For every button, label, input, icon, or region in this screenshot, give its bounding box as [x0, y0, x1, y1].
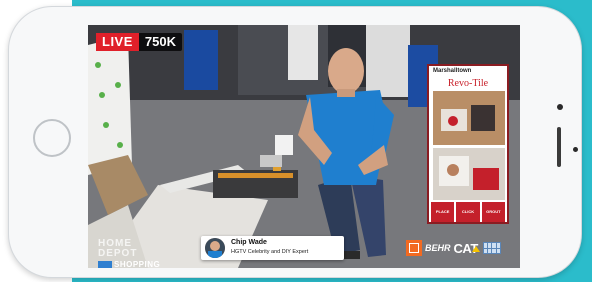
video-screen[interactable]: LIVE 750K Marshalltown Revo-Tile PLACE C…: [88, 25, 520, 268]
live-badge: LIVE 750K: [96, 33, 182, 51]
cat-logo-icon: CAT: [454, 241, 480, 256]
show-logo-mark: [98, 261, 112, 268]
sponsor-bar: BEHR CAT: [406, 239, 514, 257]
ad-brand-logo: Marshalltown: [433, 68, 472, 74]
product-ad-panel[interactable]: Marshalltown Revo-Tile PLACE CLICK GROUT: [427, 64, 509, 224]
viewer-count: 750K: [144, 34, 176, 49]
home-depot-logo-icon: [406, 240, 422, 256]
ad-step-grout: GROUT: [481, 202, 505, 222]
show-logo: HOME DEPOT SHOPPING: [98, 238, 170, 268]
avatar-icon: [205, 238, 225, 258]
ad-steps: PLACE CLICK GROUT: [431, 202, 505, 222]
home-button-icon[interactable]: [33, 119, 71, 157]
show-logo-line1: HOME DEPOT: [98, 238, 138, 259]
ad-step-place: PLACE: [431, 202, 455, 222]
proximity-sensor: [557, 104, 563, 110]
host-title: HGTV Celebrity and DIY Expert: [231, 249, 309, 255]
host-lower-third: Chip Wade HGTV Celebrity and DIY Expert: [201, 236, 344, 260]
ad-product-image-top: [433, 91, 505, 145]
ad-product-name: Revo-Tile: [447, 78, 489, 89]
behr-logo: BEHR: [425, 243, 451, 253]
show-logo-line2: SHOPPING: [114, 260, 161, 268]
live-label: LIVE: [96, 33, 139, 51]
ad-product-image-bottom: [433, 148, 505, 200]
earpiece-speaker: [557, 127, 561, 167]
ad-step-click: CLICK: [456, 202, 480, 222]
front-camera: [573, 147, 578, 152]
sponsor-logo-grid: [482, 242, 501, 254]
host-name: Chip Wade: [231, 239, 267, 246]
